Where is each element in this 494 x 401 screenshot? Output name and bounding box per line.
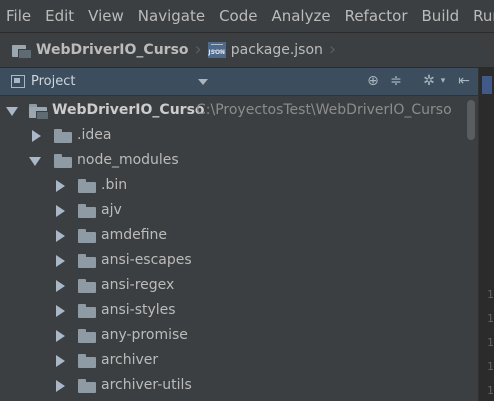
collapsed-arrow-icon[interactable] <box>56 305 65 317</box>
navigation-bar: WebDriverIO_Curso › JSON package.json › <box>0 33 494 68</box>
folder-icon <box>78 304 96 318</box>
tree-item-label: ansi-styles <box>101 302 176 318</box>
tree-item-archiver[interactable]: archiver <box>0 348 478 373</box>
line-number: 1 <box>487 336 494 349</box>
tree-item-label: archiver <box>101 352 159 368</box>
tree-item-bin[interactable]: .bin <box>0 173 478 198</box>
tree-item-any-promise[interactable]: any-promise <box>0 323 478 348</box>
folder-icon <box>78 204 96 218</box>
tree-item-label: node_modules <box>77 152 179 168</box>
menu-edit[interactable]: Edit <box>38 0 81 32</box>
editor-edge <box>478 68 494 401</box>
project-folder-icon <box>29 104 49 120</box>
expand-arrow-icon[interactable] <box>6 107 18 116</box>
folder-icon <box>78 229 96 243</box>
tree-item-idea[interactable]: .idea <box>0 123 478 148</box>
collapsed-arrow-icon[interactable] <box>56 280 65 292</box>
settings-dropdown-icon[interactable]: ▾ <box>434 72 452 90</box>
collapsed-arrow-icon[interactable] <box>56 330 65 342</box>
menu-run[interactable]: Run <box>466 0 494 32</box>
project-path: C:\ProyectosTest\WebDriverIO_Curso <box>196 102 452 118</box>
breadcrumb-separator-icon: › <box>194 39 202 60</box>
collapsed-arrow-icon[interactable] <box>56 180 65 192</box>
tree-item-label: ajv <box>101 202 122 218</box>
tree-item-label: ansi-escapes <box>101 252 192 268</box>
folder-icon <box>78 279 96 293</box>
folder-icon <box>54 129 72 143</box>
collapsed-arrow-icon[interactable] <box>56 380 65 392</box>
menu-bar: File Edit View Navigate Code Analyze Ref… <box>0 0 494 33</box>
project-folder-icon <box>12 43 32 59</box>
menu-refactor[interactable]: Refactor <box>338 0 415 32</box>
breadcrumb-file-label: package.json <box>230 42 323 58</box>
folder-icon <box>78 329 96 343</box>
line-number: 1 <box>487 288 494 301</box>
tree-item-ansi-regex[interactable]: ansi-regex <box>0 273 478 298</box>
tree-item-label: .idea <box>77 127 112 143</box>
tree-item-label: .bin <box>101 177 128 193</box>
project-tool-window-header: Project ⊕ ≑ ✲ ▾ ⇤ <box>0 68 478 96</box>
tree-item-label: amdefine <box>101 227 168 243</box>
folder-icon <box>54 154 72 168</box>
collapsed-arrow-icon[interactable] <box>56 205 65 217</box>
tree-item-amdefine[interactable]: amdefine <box>0 223 478 248</box>
folder-icon <box>78 379 96 393</box>
tree-item-label: archiver-utils <box>101 377 192 393</box>
tree-item-node-modules[interactable]: node_modules <box>0 148 478 173</box>
json-file-icon: JSON <box>207 42 226 58</box>
expand-arrow-icon[interactable] <box>29 157 41 166</box>
collapsed-arrow-icon[interactable] <box>56 355 65 367</box>
breadcrumb-separator-icon: › <box>328 39 337 60</box>
collapsed-arrow-icon[interactable] <box>32 130 41 142</box>
collapse-all-icon[interactable]: ≑ <box>387 72 405 90</box>
menu-analyze[interactable]: Analyze <box>264 0 337 32</box>
menu-code[interactable]: Code <box>212 0 264 32</box>
folder-icon <box>78 179 96 193</box>
tree-item-root[interactable]: WebDriverIO_Curso C:\ProyectosTest\WebDr… <box>0 98 478 123</box>
tree-item-ajv[interactable]: ajv <box>0 198 478 223</box>
collapsed-arrow-icon[interactable] <box>56 230 65 242</box>
project-view-icon <box>11 75 25 88</box>
tree-item-label: WebDriverIO_Curso <box>52 102 205 118</box>
folder-icon <box>78 254 96 268</box>
menu-navigate[interactable]: Navigate <box>131 0 212 32</box>
scroll-from-source-icon[interactable]: ⊕ <box>364 72 382 90</box>
tree-item-label: ansi-regex <box>101 277 175 293</box>
tree-item-ansi-escapes[interactable]: ansi-escapes <box>0 248 478 273</box>
folder-icon <box>78 354 96 368</box>
scrollbar-thumb[interactable] <box>467 100 475 140</box>
tree-scrollbar[interactable] <box>466 96 476 401</box>
view-dropdown-icon[interactable] <box>198 79 208 85</box>
tree-item-ansi-styles[interactable]: ansi-styles <box>0 298 478 323</box>
hide-panel-icon[interactable]: ⇤ <box>455 72 473 90</box>
menu-view[interactable]: View <box>81 0 131 32</box>
editor-tab-indicator[interactable] <box>482 76 492 94</box>
menu-build[interactable]: Build <box>415 0 467 32</box>
breadcrumb-project[interactable]: WebDriverIO_Curso <box>0 33 189 67</box>
line-number: 1 <box>487 312 494 325</box>
tool-window-title[interactable]: Project <box>31 74 75 89</box>
breadcrumb-project-label: WebDriverIO_Curso <box>36 42 189 58</box>
collapsed-arrow-icon[interactable] <box>56 255 65 267</box>
tree-item-label: any-promise <box>101 327 188 343</box>
project-tree: WebDriverIO_Curso C:\ProyectosTest\WebDr… <box>0 96 478 401</box>
line-number: 1 <box>487 384 494 397</box>
menu-file[interactable]: File <box>0 0 38 32</box>
line-number: 1 <box>487 360 494 373</box>
tree-item-archiver-utils[interactable]: archiver-utils <box>0 373 478 398</box>
breadcrumb-file[interactable]: JSON package.json <box>207 33 323 67</box>
